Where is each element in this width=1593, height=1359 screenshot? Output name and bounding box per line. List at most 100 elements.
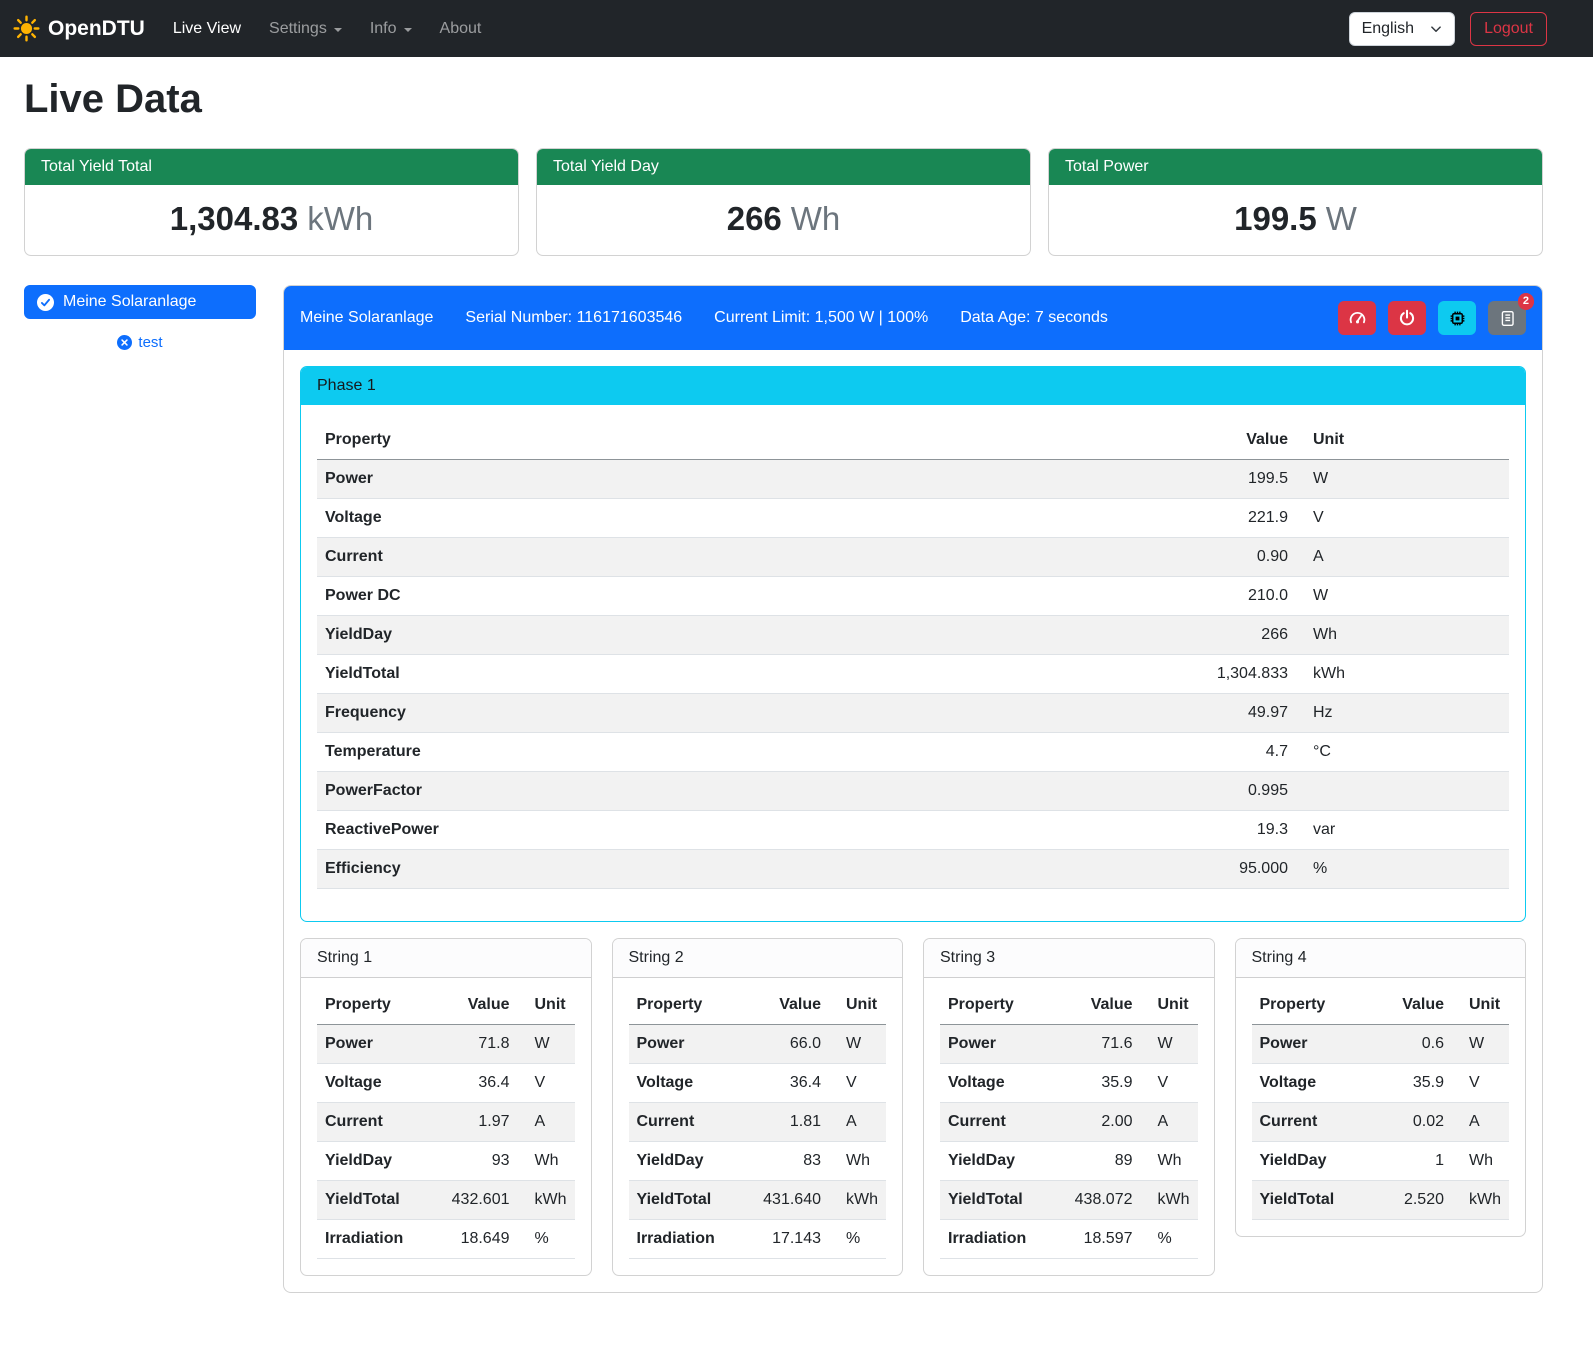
- property-value: 1,304.833: [1136, 655, 1296, 694]
- table-row: Current 0.02 A: [1252, 1103, 1510, 1142]
- table-row: Irradiation 18.597 %: [940, 1220, 1198, 1259]
- column-property: Property: [629, 986, 742, 1025]
- check-circle-icon: [37, 294, 54, 311]
- property-unit: Wh: [1452, 1142, 1509, 1181]
- inverter-select-button[interactable]: Meine Solaranlage: [24, 285, 256, 319]
- property-value: 221.9: [1136, 499, 1296, 538]
- summary-cards: Total Yield Total 1,304.83kWh Total Yiel…: [24, 148, 1543, 256]
- table-row: Irradiation 17.143 %: [629, 1220, 887, 1259]
- table-row: PowerFactor 0.995: [317, 772, 1509, 811]
- string-table-body: Power 71.8 W Voltage 36.4 V: [317, 1025, 575, 1259]
- property-unit: V: [1141, 1064, 1198, 1103]
- table-header-row: Property Value Unit: [317, 421, 1509, 460]
- string-table: Property Value Unit Power: [1252, 986, 1510, 1220]
- property-name: Power: [317, 460, 1136, 499]
- table-row: Power 0.6 W: [1252, 1025, 1510, 1064]
- table-row: Voltage 36.4 V: [629, 1064, 887, 1103]
- property-value: 18.649: [430, 1220, 518, 1259]
- nav-item-settings[interactable]: Settings: [255, 12, 356, 46]
- property-unit: A: [829, 1103, 886, 1142]
- property-unit: Wh: [518, 1142, 575, 1181]
- logout-button[interactable]: Logout: [1470, 12, 1547, 46]
- column-property: Property: [940, 986, 1053, 1025]
- property-value: 0.90: [1136, 538, 1296, 577]
- test-inverter-label: test: [138, 334, 162, 351]
- nav-item-info[interactable]: Info: [356, 12, 426, 46]
- property-unit: A: [1141, 1103, 1198, 1142]
- table-row: YieldTotal 431.640 kWh: [629, 1181, 887, 1220]
- property-name: PowerFactor: [317, 772, 1136, 811]
- column-value: Value: [741, 986, 829, 1025]
- property-value: 0.02: [1364, 1103, 1452, 1142]
- language-value: English: [1362, 20, 1414, 38]
- power-icon: [1398, 309, 1416, 327]
- property-value: 36.4: [430, 1064, 518, 1103]
- table-header-row: Property Value Unit: [1252, 986, 1510, 1025]
- card-value: 199.5: [1234, 200, 1317, 237]
- cpu-icon: [1448, 309, 1467, 328]
- test-inverter-link[interactable]: test: [24, 334, 256, 351]
- nav-item-about[interactable]: About: [426, 12, 496, 46]
- nav-item-live-view[interactable]: Live View: [159, 12, 255, 46]
- table-row: Current 1.97 A: [317, 1103, 575, 1142]
- column-unit: Unit: [1296, 421, 1509, 460]
- property-value: 1.81: [741, 1103, 829, 1142]
- limit-settings-button[interactable]: [1338, 301, 1376, 335]
- nav-item-label: Live View: [173, 20, 241, 38]
- string-title: String 2: [613, 939, 903, 978]
- card-title: Total Power: [1049, 149, 1542, 185]
- caret-down-icon: [334, 28, 342, 32]
- property-unit: W: [1296, 460, 1509, 499]
- nav-item-label: Settings: [269, 20, 327, 38]
- property-value: 36.4: [741, 1064, 829, 1103]
- event-log-button[interactable]: 2: [1488, 301, 1526, 335]
- table-row: Power 199.5 W: [317, 460, 1509, 499]
- property-name: ReactivePower: [317, 811, 1136, 850]
- language-select[interactable]: English: [1349, 12, 1455, 46]
- property-value: 199.5: [1136, 460, 1296, 499]
- phase-panel: Phase 1 Property Value Unit: [300, 366, 1526, 922]
- brand[interactable]: OpenDTU: [12, 14, 145, 43]
- column-unit: Unit: [1141, 986, 1198, 1025]
- device-info-button[interactable]: [1438, 301, 1476, 335]
- string-table-body: Power 66.0 W Voltage 36.4 V: [629, 1025, 887, 1259]
- property-name: Voltage: [940, 1064, 1053, 1103]
- property-name: Temperature: [317, 733, 1136, 772]
- x-circle-icon: [117, 335, 132, 350]
- property-value: 19.3: [1136, 811, 1296, 850]
- string-body: Property Value Unit Power: [301, 978, 591, 1275]
- property-value: 2.00: [1053, 1103, 1141, 1142]
- string-table-body: Power 0.6 W Voltage 35.9 V: [1252, 1025, 1510, 1220]
- property-unit: V: [518, 1064, 575, 1103]
- property-unit: Hz: [1296, 694, 1509, 733]
- string-2-card: String 2 Property Value Unit: [612, 938, 904, 1276]
- table-row: Current 0.90 A: [317, 538, 1509, 577]
- property-value: 83: [741, 1142, 829, 1181]
- property-name: YieldDay: [940, 1142, 1053, 1181]
- string-3-card: String 3 Property Value Unit: [923, 938, 1215, 1276]
- nav-item-label: About: [440, 20, 482, 38]
- property-unit: Wh: [1141, 1142, 1198, 1181]
- string-table: Property Value Unit Power: [629, 986, 887, 1259]
- power-toggle-button[interactable]: [1388, 301, 1426, 335]
- column-value: Value: [430, 986, 518, 1025]
- table-header-row: Property Value Unit: [629, 986, 887, 1025]
- property-value: 431.640: [741, 1181, 829, 1220]
- property-name: Voltage: [1252, 1064, 1365, 1103]
- inverter-sidebar: Meine Solaranlage test: [24, 285, 256, 351]
- card-unit: W: [1326, 200, 1357, 237]
- table-row: YieldTotal 2.520 kWh: [1252, 1181, 1510, 1220]
- property-unit: Wh: [1296, 616, 1509, 655]
- property-unit: kWh: [1296, 655, 1509, 694]
- property-value: 89: [1053, 1142, 1141, 1181]
- property-value: 266: [1136, 616, 1296, 655]
- property-name: YieldTotal: [629, 1181, 742, 1220]
- string-title: String 1: [301, 939, 591, 978]
- property-value: 0.995: [1136, 772, 1296, 811]
- inverter-serial: Serial Number: 116171603546: [465, 309, 682, 327]
- property-unit: W: [518, 1025, 575, 1064]
- property-unit: A: [518, 1103, 575, 1142]
- total-power-card: Total Power 199.5W: [1048, 148, 1543, 256]
- property-unit: %: [829, 1220, 886, 1259]
- inverter-limit: Current Limit: 1,500 W | 100%: [714, 309, 928, 327]
